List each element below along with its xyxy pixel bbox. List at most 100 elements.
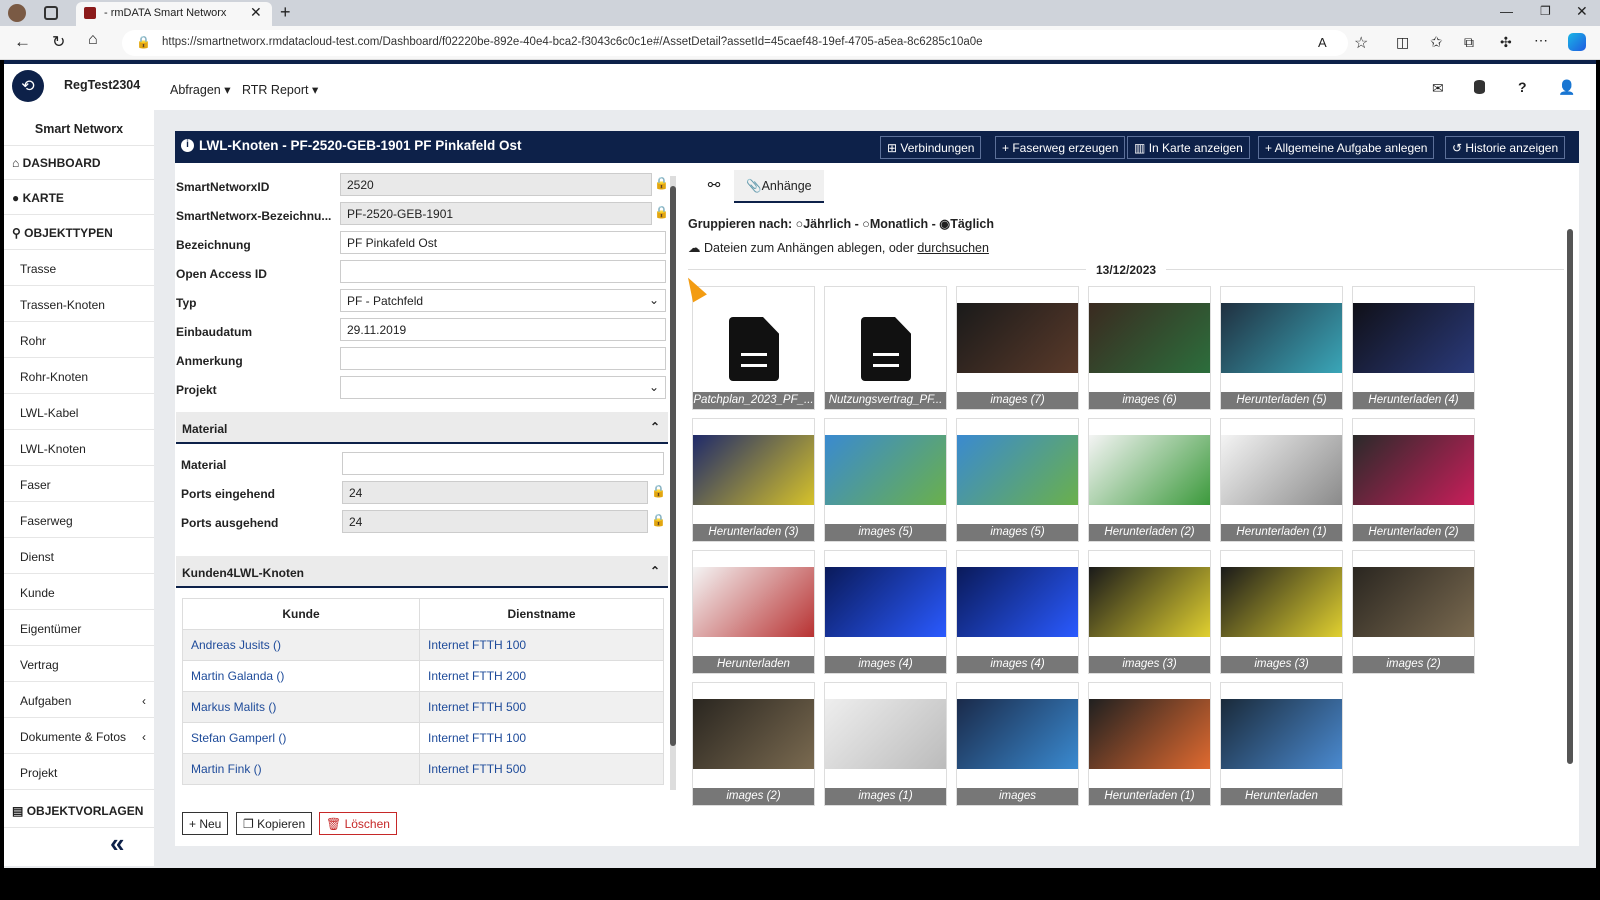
kunde-link[interactable]: Markus Malits () [182, 691, 420, 723]
window-minimize-icon[interactable]: — [1500, 4, 1513, 19]
scrollbar-thumb[interactable] [670, 186, 676, 746]
image-tile[interactable]: Herunterladen (2) [1352, 418, 1475, 542]
kunde-link[interactable]: Andreas Jusits () [182, 629, 420, 661]
back-icon[interactable]: ← [14, 32, 31, 52]
sidebar-item-trassen-knoten[interactable]: Trassen-Knoten [4, 286, 154, 322]
reload-icon[interactable]: ↻ [52, 32, 65, 52]
scrollbar-thumb[interactable] [1567, 229, 1573, 764]
image-tile[interactable]: Herunterladen (3) [692, 418, 815, 542]
projekt-select[interactable]: ⌄ [340, 376, 666, 399]
tab-close-icon[interactable]: ✕ [250, 4, 262, 21]
favorites-icon[interactable]: ✩ [1430, 33, 1443, 51]
help-icon[interactable]: ? [1518, 79, 1527, 95]
image-tile[interactable]: Herunterladen [692, 550, 815, 674]
verbindungen-button[interactable]: ⊞ Verbindungen [880, 136, 982, 159]
bezeichnung-input[interactable]: PF Pinkafeld Ost [340, 231, 666, 254]
allgemeine-aufgabe-button[interactable]: + Allgemeine Aufgabe anlegen [1258, 136, 1435, 159]
dienst-link[interactable]: Internet FTTH 100 [419, 722, 664, 754]
image-tile[interactable]: Herunterladen (2) [1088, 418, 1211, 542]
image-tile[interactable]: images (3) [1220, 550, 1343, 674]
sidebar-item-karte[interactable]: ● KARTE [4, 179, 154, 215]
tab-connections[interactable]: ⚯ [694, 172, 734, 200]
open-access-id-input[interactable] [340, 260, 666, 283]
sidebar-item-lwl-kabel[interactable]: LWL-Kabel [4, 394, 154, 430]
image-tile[interactable]: Herunterladen (1) [1220, 418, 1343, 542]
anmerkung-input[interactable] [340, 347, 666, 370]
loeschen-button[interactable]: 🗑 Löschen [319, 812, 397, 835]
sidebar-item-rohr[interactable]: Rohr [4, 322, 154, 358]
image-tile[interactable]: images (7) [956, 286, 1079, 410]
image-tile[interactable]: images (5) [824, 418, 947, 542]
historie-anzeigen-button[interactable]: ↺ Historie anzeigen [1445, 136, 1566, 159]
kunde-link[interactable]: Martin Fink () [182, 753, 420, 785]
sidebar-item-vertrag[interactable]: Vertrag [4, 646, 154, 682]
database-icon[interactable] [1474, 80, 1485, 94]
sidebar-item-dashboard[interactable]: ⌂ DASHBOARD [4, 144, 154, 180]
copilot-icon[interactable] [1568, 33, 1586, 51]
document-tile[interactable]: Patchplan_2023_PF_... [692, 286, 815, 410]
dienst-link[interactable]: Internet FTTH 200 [419, 660, 664, 692]
browser-tab[interactable]: - rmDATA Smart Networx [76, 2, 272, 26]
image-tile[interactable]: Herunterladen (5) [1220, 286, 1343, 410]
sidebar-item-trasse[interactable]: Trasse [4, 250, 154, 286]
typ-select[interactable]: PF - Patchfeld ⌄ [340, 289, 666, 312]
sidebar-item-objekttypen[interactable]: ⚲ OBJEKTTYPEN [4, 214, 154, 250]
attachments-scrollbar[interactable] [1567, 215, 1575, 790]
sidebar-item-faserweg[interactable]: Faserweg [4, 502, 154, 538]
radio-monatlich[interactable]: ○ [862, 217, 870, 231]
tab-anhaenge[interactable]: 📎Anhänge [734, 170, 824, 203]
brand-logo[interactable]: ⟲ [12, 70, 44, 102]
user-icon[interactable]: 👤 [1558, 79, 1575, 96]
window-close-icon[interactable]: ✕ [1576, 3, 1588, 20]
in-karte-anzeigen-button[interactable]: ▥ In Karte anzeigen [1127, 136, 1250, 159]
image-tile[interactable]: images (4) [956, 550, 1079, 674]
image-tile[interactable]: Herunterladen (1) [1088, 682, 1211, 806]
collapse-sidebar-icon[interactable]: « [110, 828, 124, 859]
sidebar-item-dokumente[interactable]: Dokumente & Fotos ‹ [4, 718, 154, 754]
split-screen-icon[interactable]: ◫ [1396, 34, 1409, 51]
profile-avatar[interactable] [8, 4, 26, 22]
lock-icon[interactable]: 🔒 [136, 35, 151, 49]
kopieren-button[interactable]: ❐ Kopieren [236, 812, 313, 835]
radio-taeglich[interactable]: ◉ [939, 217, 950, 231]
sidebar-item-projekt[interactable]: Projekt [4, 754, 154, 790]
dienst-link[interactable]: Internet FTTH 500 [419, 753, 664, 785]
neu-button[interactable]: + Neu [182, 812, 229, 835]
sidebar-item-objektvorlagen[interactable]: ▤ OBJEKTVORLAGEN [4, 792, 154, 828]
dienst-link[interactable]: Internet FTTH 500 [419, 691, 664, 723]
image-tile[interactable]: images (6) [1088, 286, 1211, 410]
dienst-link[interactable]: Internet FTTH 100 [419, 629, 664, 661]
sidebar-item-aufgaben[interactable]: Aufgaben ‹ [4, 682, 154, 718]
sidebar-item-eigentuemer[interactable]: Eigentümer [4, 610, 154, 646]
menu-rtr-report[interactable]: RTR Report ▾ [242, 82, 318, 97]
favorite-star-icon[interactable]: ☆ [1354, 33, 1368, 53]
menu-abfragen[interactable]: Abfragen ▾ [170, 82, 230, 97]
image-tile[interactable]: Herunterladen [1220, 682, 1343, 806]
more-icon[interactable]: ⋯ [1534, 32, 1548, 49]
kunde-link[interactable]: Stefan Gamperl () [182, 722, 420, 754]
workspaces-icon[interactable] [44, 6, 58, 20]
document-tile[interactable]: Nutzungsvertrag_PF... [824, 286, 947, 410]
image-tile[interactable]: images [956, 682, 1079, 806]
sidebar-item-faser[interactable]: Faser [4, 466, 154, 502]
image-tile[interactable]: images (2) [1352, 550, 1475, 674]
mail-icon[interactable]: ✉ [1432, 80, 1444, 97]
image-tile[interactable]: images (5) [956, 418, 1079, 542]
kunde-link[interactable]: Martin Galanda () [182, 660, 420, 692]
material-section-header[interactable]: Material ⌃ [176, 412, 668, 444]
image-tile[interactable]: images (4) [824, 550, 947, 674]
window-restore-icon[interactable]: ❐ [1540, 4, 1551, 18]
sidebar-item-rohr-knoten[interactable]: Rohr-Knoten [4, 358, 154, 394]
image-tile[interactable]: images (1) [824, 682, 947, 806]
new-tab-icon[interactable]: + [280, 2, 291, 23]
read-aloud-icon[interactable]: A [1318, 35, 1327, 50]
sidebar-item-lwl-knoten[interactable]: LWL-Knoten [4, 430, 154, 466]
extensions-icon[interactable]: ✣ [1500, 34, 1512, 51]
kunden-section-header[interactable]: Kunden4LWL-Knoten ⌃ [176, 556, 668, 588]
material-input[interactable] [342, 452, 664, 475]
sidebar-item-dienst[interactable]: Dienst [4, 538, 154, 574]
image-tile[interactable]: images (2) [692, 682, 815, 806]
browse-link[interactable]: durchsuchen [917, 241, 989, 255]
sidebar-item-kunde[interactable]: Kunde [4, 574, 154, 610]
collections-icon[interactable]: ⧉ [1464, 34, 1474, 51]
